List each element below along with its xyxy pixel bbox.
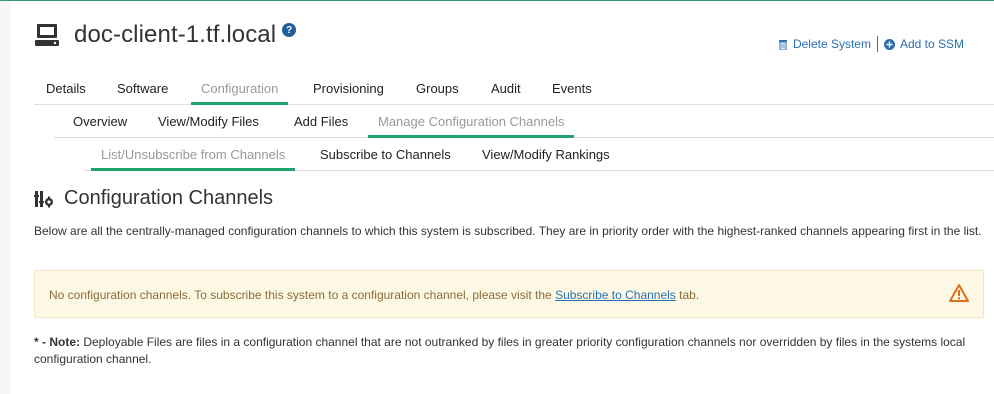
subscribe-to-channels-link[interactable]: Subscribe to Channels [555, 288, 676, 302]
help-icon[interactable]: ? [282, 23, 297, 37]
tab-label: Add Files [294, 114, 349, 129]
tab-details[interactable]: Details [46, 79, 86, 104]
secondary-tabs: Overview View/Modify Files Add Files Man… [54, 112, 994, 138]
active-tab-underline [368, 135, 575, 138]
tab-view-modify-files[interactable]: View/Modify Files [158, 112, 259, 137]
delete-system-link[interactable]: Delete System [778, 37, 871, 51]
delete-system-label: Delete System [792, 37, 871, 51]
actions-divider [876, 36, 878, 52]
tab-provisioning[interactable]: Provisioning [313, 79, 384, 104]
tab-label: Software [117, 81, 169, 96]
tab-label: List/Unsubscribe from Channels [101, 147, 286, 162]
tab-view-modify-rankings[interactable]: View/Modify Rankings [482, 145, 610, 170]
tab-label: View/Modify Rankings [482, 147, 610, 162]
section-description: Below are all the centrally-managed conf… [34, 224, 982, 238]
warning-icon [949, 284, 969, 302]
tab-add-files[interactable]: Add Files [294, 112, 348, 137]
tab-overview[interactable]: Overview [73, 112, 127, 137]
tab-label: Configuration [201, 81, 279, 96]
system-icon [35, 24, 59, 46]
note-text: Deployable Files are files in a configur… [34, 335, 966, 366]
tab-label: View/Modify Files [158, 114, 259, 129]
tertiary-tabs: List/Unsubscribe from Channels Subscribe… [84, 145, 994, 171]
section-title: Configuration Channels [64, 187, 274, 209]
tab-events[interactable]: Events [552, 79, 592, 104]
active-tab-underline [91, 168, 296, 171]
tab-label: Subscribe to Channels [320, 147, 451, 162]
tab-groups[interactable]: Groups [416, 79, 459, 104]
header-actions: Delete System Add to SSM [778, 36, 964, 52]
active-tab-underline [191, 102, 289, 105]
tab-subscribe-to-channels[interactable]: Subscribe to Channels [320, 145, 451, 170]
tab-configuration[interactable]: Configuration [191, 79, 289, 105]
alert-text-suffix: tab. [675, 288, 700, 302]
tab-label: Manage Configuration Channels [378, 114, 565, 129]
note-prefix: * - Note: [34, 335, 80, 349]
tab-label: Provisioning [313, 81, 384, 96]
tab-label: Details [46, 81, 86, 96]
tab-software[interactable]: Software [117, 79, 168, 104]
tab-audit[interactable]: Audit [491, 79, 521, 104]
section-heading: Configuration Channels [34, 187, 273, 210]
tab-label: Events [552, 81, 592, 96]
tab-label: Audit [491, 81, 521, 96]
add-to-ssm-label: Add to SSM [899, 37, 964, 51]
primary-tabs: Details Software Configuration Provision… [34, 79, 994, 105]
footnote: * - Note: Deployable Files are files in … [34, 334, 984, 368]
add-to-ssm-link[interactable]: Add to SSM [883, 37, 964, 51]
tab-label: Overview [73, 114, 128, 129]
tab-manage-configuration-channels[interactable]: Manage Configuration Channels [368, 112, 575, 138]
alert-message: No configuration channels. To subscribe … [49, 288, 699, 302]
alert-text: No configuration channels. To subscribe … [49, 288, 556, 302]
page-header: doc-client-1.tf.local ? [34, 21, 297, 49]
config-channels-icon [34, 190, 53, 207]
tab-list-unsubscribe-channels[interactable]: List/Unsubscribe from Channels [91, 145, 296, 171]
main-content: doc-client-1.tf.local ? Delete System Ad… [10, 1, 994, 394]
warning-alert: No configuration channels. To subscribe … [34, 270, 984, 318]
trash-icon [778, 39, 787, 50]
plus-circle-icon [883, 38, 895, 50]
tab-label: Groups [416, 81, 459, 96]
page-title: doc-client-1.tf.local [74, 21, 277, 48]
